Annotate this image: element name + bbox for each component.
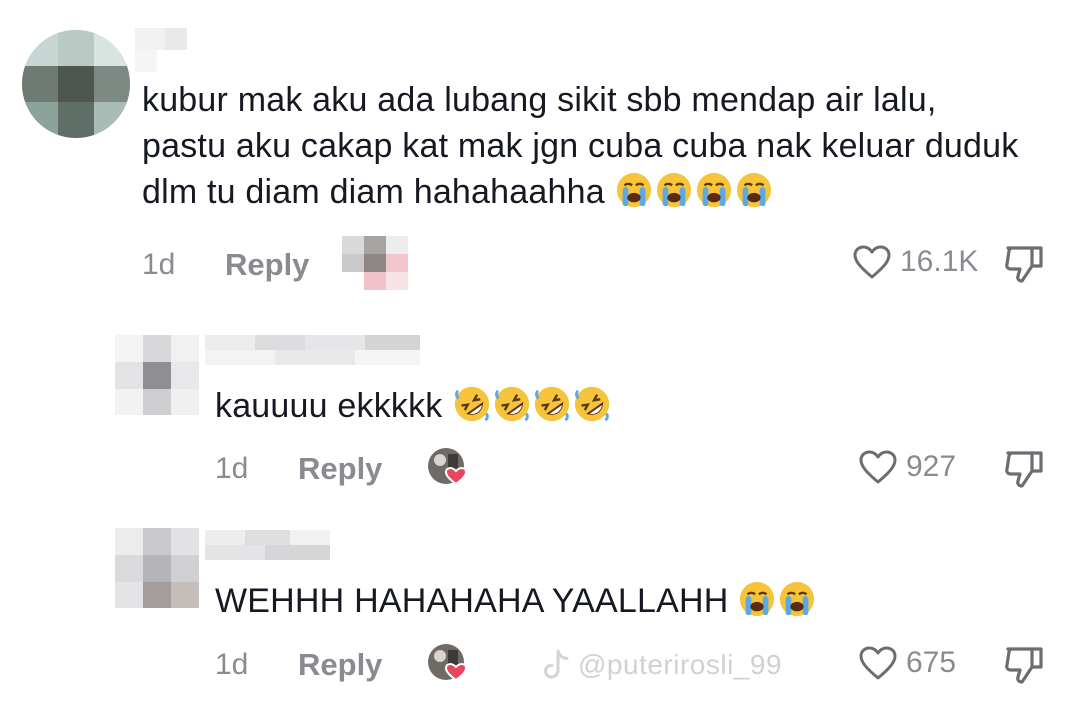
emoji-group — [738, 580, 816, 618]
dislike-icon[interactable] — [1002, 449, 1046, 489]
comment-line: kubur mak aku ada lubang sikit sbb menda… — [142, 81, 937, 119]
emoji-group — [453, 385, 611, 423]
heart-outline-icon — [859, 450, 897, 484]
like-count: 675 — [906, 646, 957, 679]
comment-thread: kubur mak aku ada lubang sikit sbb menda… — [0, 0, 1080, 709]
rolling-on-floor-laughing-icon — [574, 386, 609, 422]
creator-liked-icon — [428, 448, 468, 486]
loudly-crying-face-icon — [740, 581, 775, 617]
comment-time: 1d — [215, 648, 249, 681]
avatar[interactable] — [22, 30, 130, 138]
rolling-on-floor-laughing-icon — [454, 386, 489, 422]
reply-button[interactable]: Reply — [298, 451, 382, 487]
comment-time: 1d — [142, 248, 176, 281]
comment-text: kauuuu ekkkkk — [215, 383, 611, 429]
reply-button[interactable]: Reply — [298, 647, 382, 683]
heart-outline-icon — [853, 245, 891, 279]
loudly-crying-face-icon — [696, 172, 731, 208]
watermark-handle: @puterirosli_99 — [578, 649, 783, 680]
emoji-group — [615, 171, 773, 209]
comment-text: kubur mak aku ada lubang sikit sbb menda… — [142, 77, 1018, 215]
loudly-crying-face-icon — [616, 172, 651, 208]
avatar[interactable] — [115, 528, 200, 608]
comment-line: WEHHH HAHAHAHA YAALLAHH — [215, 578, 816, 624]
comment-line: dlm tu diam diam hahahaahha — [142, 169, 1018, 215]
like-button[interactable]: 675 — [858, 645, 956, 681]
like-count: 16.1K — [900, 245, 979, 278]
loudly-crying-face-icon — [780, 581, 815, 617]
reply-button[interactable]: Reply — [225, 247, 309, 283]
username-blurred[interactable] — [205, 530, 330, 560]
creator-liked-icon — [428, 644, 468, 682]
rolling-on-floor-laughing-icon — [534, 386, 569, 422]
username-blurred[interactable] — [135, 28, 195, 74]
loudly-crying-face-icon — [736, 172, 771, 208]
comment-time: 1d — [215, 452, 249, 485]
loudly-crying-face-icon — [656, 172, 691, 208]
like-count: 927 — [906, 450, 957, 483]
tiktok-logo-icon — [543, 649, 569, 679]
username-blurred[interactable] — [205, 335, 420, 365]
dislike-icon[interactable] — [1002, 645, 1046, 685]
dislike-icon[interactable] — [1002, 244, 1046, 284]
comment-line: pastu aku cakap kat mak jgn cuba cuba na… — [142, 127, 1019, 165]
avatar[interactable] — [115, 335, 200, 415]
tiktok-watermark: @puterirosli_99 — [542, 648, 782, 682]
rolling-on-floor-laughing-icon — [494, 386, 529, 422]
comment-text: WEHHH HAHAHAHA YAALLAHH — [215, 578, 816, 624]
creator-liked-avatar-blurred — [342, 236, 408, 290]
like-button[interactable]: 16.1K — [852, 244, 978, 280]
comment-line: kauuuu ekkkkk — [215, 383, 611, 429]
like-button[interactable]: 927 — [858, 449, 956, 485]
heart-outline-icon — [859, 646, 897, 680]
